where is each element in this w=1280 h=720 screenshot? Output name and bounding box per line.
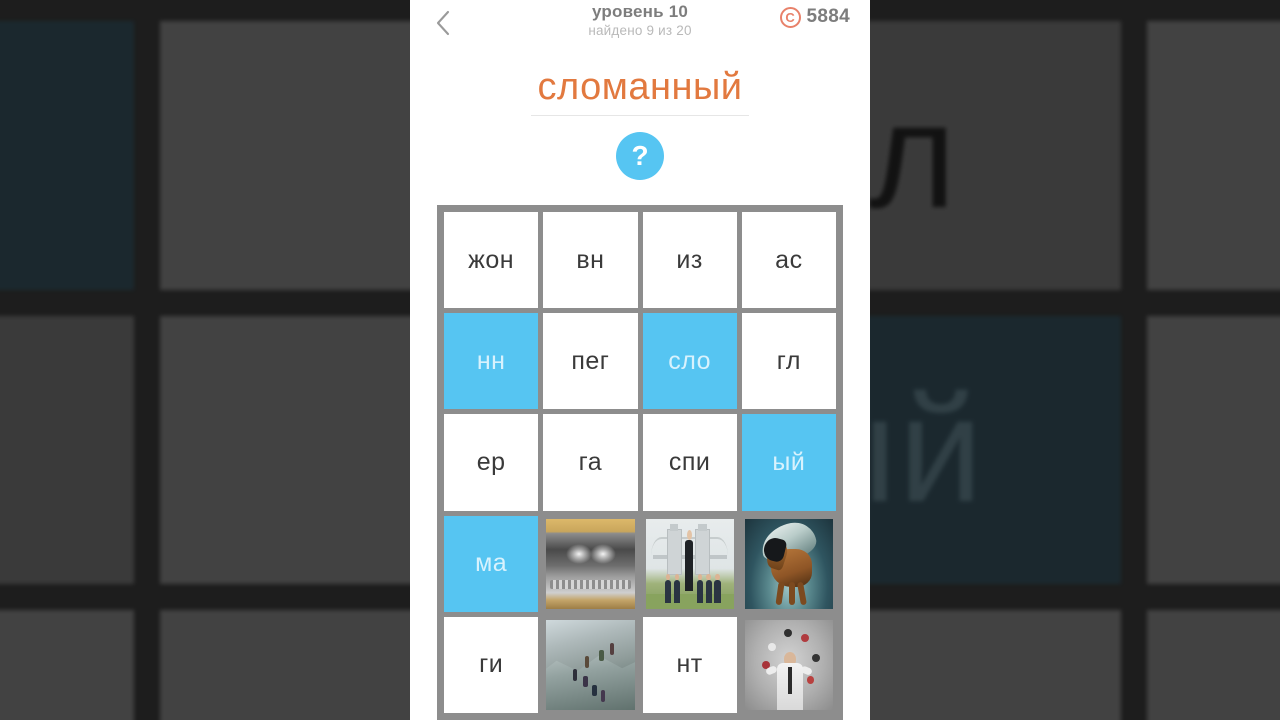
- grid-cell-image-glacier-climbers[interactable]: [543, 616, 638, 713]
- coin-count: 5884: [806, 6, 850, 27]
- coin-balance[interactable]: C 5884: [779, 6, 850, 28]
- grid-cell-selected[interactable]: нн: [444, 313, 539, 410]
- glacier-climbers-photo: [543, 617, 637, 713]
- grid-cell[interactable]: ер: [444, 414, 539, 511]
- hint-button[interactable]: ?: [616, 132, 664, 180]
- word-grid: жон вн из ас нн пег сло гл ер га спи ый …: [444, 212, 836, 713]
- bg-cell: [1146, 20, 1280, 290]
- grid-cell[interactable]: гл: [741, 313, 836, 410]
- grid-cell-image-tower-bridge[interactable]: [642, 515, 737, 612]
- grid-cell-selected[interactable]: ый: [741, 414, 836, 511]
- grid-cell[interactable]: жон: [444, 212, 539, 309]
- grid-cell[interactable]: спи: [642, 414, 737, 511]
- bg-cell: [0, 610, 134, 720]
- grid-cell-image-juggler[interactable]: [741, 616, 836, 713]
- grid-cell-selected[interactable]: сло: [642, 313, 737, 410]
- bg-cell: [1146, 610, 1280, 720]
- grid-cell[interactable]: ас: [741, 212, 836, 309]
- game-panel: уровень 10 найдено 9 из 20 C 5884 сломан…: [410, 0, 870, 720]
- bg-cell: ер: [0, 315, 134, 585]
- back-button[interactable]: [422, 2, 464, 44]
- grid-cell-image-pegasus[interactable]: [741, 515, 836, 612]
- grid-cell[interactable]: нт: [642, 616, 737, 713]
- grid-cell-image-broken-laptop[interactable]: [543, 515, 638, 612]
- target-word-area: сломанный: [410, 66, 870, 116]
- bg-cell: нн: [0, 20, 134, 290]
- word-grid-container: жон вн из ас нн пег сло гл ер га спи ый …: [437, 205, 843, 720]
- pegasus-winged-horse-photo: [742, 516, 836, 612]
- grid-cell[interactable]: пег: [543, 313, 638, 410]
- grid-cell[interactable]: ги: [444, 616, 539, 713]
- grid-cell[interactable]: га: [543, 414, 638, 511]
- bg-cell: [1146, 315, 1280, 585]
- grid-cell[interactable]: вн: [543, 212, 638, 309]
- target-word: сломанный: [531, 66, 749, 116]
- juggler-photo: [742, 617, 836, 713]
- broken-laptop-photo: [543, 516, 637, 612]
- app-header: уровень 10 найдено 9 из 20 C 5884: [410, 0, 870, 48]
- coin-icon: C: [779, 6, 801, 28]
- chevron-left-icon: [435, 10, 451, 36]
- screen: жон ас нн гл ер ый: [0, 0, 1280, 720]
- hint-area: ?: [410, 132, 870, 180]
- grid-cell[interactable]: из: [642, 212, 737, 309]
- tall-man-tower-bridge-photo: [643, 516, 737, 612]
- grid-cell-selected[interactable]: ма: [444, 515, 539, 612]
